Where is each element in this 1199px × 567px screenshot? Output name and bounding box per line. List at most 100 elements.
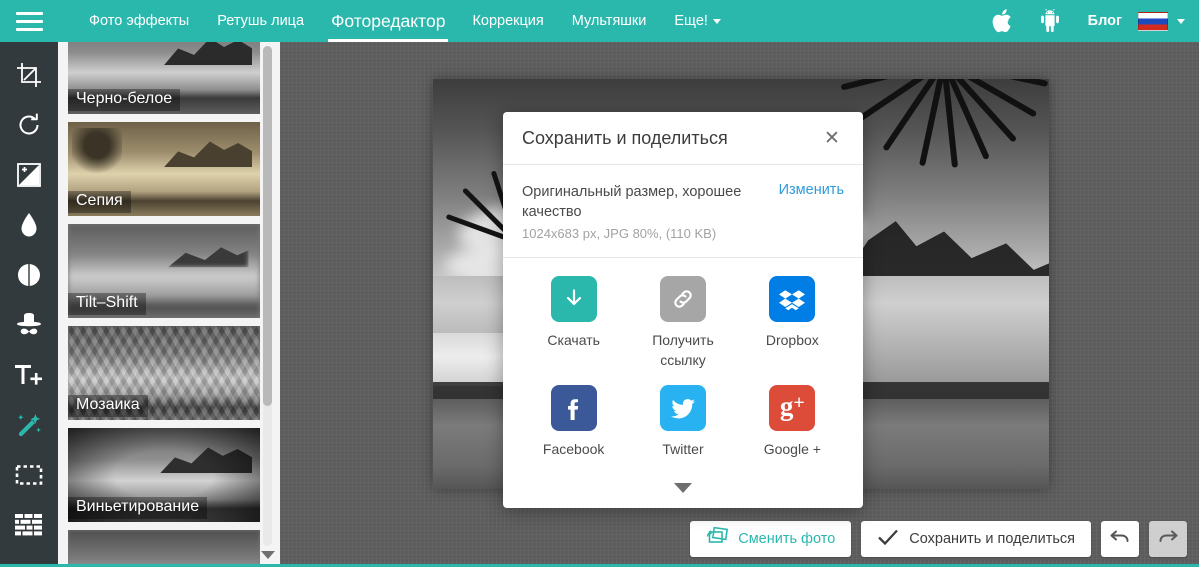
share-label: Скачать bbox=[547, 332, 600, 348]
facebook-icon bbox=[550, 384, 597, 431]
filter-item[interactable]: Мозаика bbox=[68, 326, 260, 420]
frames-tool[interactable] bbox=[0, 450, 58, 500]
nav-item-correction[interactable]: Коррекция bbox=[458, 0, 557, 42]
share-dropbox[interactable]: Dropbox bbox=[738, 276, 847, 371]
dropbox-icon bbox=[769, 276, 816, 322]
check-icon bbox=[877, 528, 899, 550]
nav-item-cartoons[interactable]: Мультяшки bbox=[558, 0, 661, 42]
hamburger-bar bbox=[15, 27, 43, 31]
textures-tool[interactable] bbox=[0, 500, 58, 550]
blog-link[interactable]: Блог bbox=[1076, 13, 1134, 29]
stickers-tool[interactable] bbox=[0, 300, 58, 350]
filter-label: Черно-белое bbox=[68, 89, 181, 111]
hamburger-menu-icon[interactable] bbox=[0, 0, 58, 42]
share-options-grid: Скачать Получить ссылку Dropbox Facebook… bbox=[503, 258, 863, 468]
filters-scrollbar-thumb[interactable] bbox=[263, 46, 272, 406]
exposure-tool[interactable] bbox=[0, 150, 58, 200]
change-size-link[interactable]: Изменить bbox=[771, 182, 844, 198]
active-tab-underline bbox=[328, 39, 449, 42]
nav-item-photo-effects[interactable]: Фото эффекты bbox=[75, 0, 203, 42]
dialog-title: Сохранить и поделиться bbox=[522, 127, 728, 148]
redo-icon bbox=[1157, 527, 1179, 552]
share-get-link[interactable]: Получить ссылку bbox=[628, 276, 737, 371]
undo-icon bbox=[1109, 527, 1131, 552]
share-facebook[interactable]: Facebook bbox=[519, 384, 628, 460]
nav-item-photo-editor[interactable]: Фоторедактор bbox=[318, 0, 458, 42]
filter-label: Мозаика bbox=[68, 395, 148, 417]
apple-icon[interactable] bbox=[980, 0, 1024, 42]
filter-label: Сепия bbox=[68, 191, 131, 213]
filters-scroll-down-chevron-down-icon[interactable] bbox=[261, 551, 275, 559]
share-label: Получить ссылку bbox=[652, 332, 714, 368]
photos-icon bbox=[706, 526, 729, 551]
filter-item[interactable]: Сепия bbox=[68, 122, 260, 216]
save-share-button[interactable]: Сохранить и поделиться bbox=[861, 521, 1091, 557]
dialog-size-info: Оригинальный размер, хорошее качество Из… bbox=[503, 165, 863, 258]
chevron-down-icon bbox=[712, 18, 721, 24]
blur-tool[interactable] bbox=[0, 200, 58, 250]
share-google-plus[interactable]: g + Google + bbox=[738, 384, 847, 460]
share-label: Twitter bbox=[662, 440, 704, 457]
size-description: Оригинальный размер, хорошее качество bbox=[522, 184, 742, 220]
rotate-tool[interactable] bbox=[0, 100, 58, 150]
google-plus-icon: g + bbox=[769, 384, 816, 431]
nav-label: Коррекция bbox=[472, 13, 544, 29]
share-label: Dropbox bbox=[765, 332, 819, 348]
bottom-action-bar: Сменить фото Сохранить и поделиться bbox=[690, 521, 1187, 557]
nav-item-more[interactable]: Еще! bbox=[660, 0, 735, 42]
filter-item[interactable] bbox=[68, 530, 260, 567]
show-more-share-options[interactable] bbox=[503, 468, 863, 508]
crop-icon bbox=[16, 62, 42, 88]
share-twitter[interactable]: Twitter bbox=[628, 384, 737, 460]
filter-item[interactable]: Черно-белое bbox=[68, 42, 260, 114]
exposure-icon bbox=[16, 162, 42, 188]
nav-item-face-retouch[interactable]: Ретушь лица bbox=[203, 0, 318, 42]
chevron-down-icon bbox=[674, 483, 692, 493]
save-share-label: Сохранить и поделиться bbox=[909, 531, 1075, 547]
contrast-tool[interactable] bbox=[0, 250, 58, 300]
magic-wand-icon bbox=[15, 412, 43, 438]
undo-button[interactable] bbox=[1101, 521, 1139, 557]
hamburger-bar bbox=[15, 11, 43, 15]
nav-label: Еще! bbox=[674, 13, 708, 29]
photo-editor-app: Фото эффекты Ретушь лица Фоторедактор Ко… bbox=[0, 0, 1199, 567]
frame-icon bbox=[15, 464, 43, 486]
save-share-dialog: Сохранить и поделиться ✕ Оригинальный ра… bbox=[503, 112, 863, 508]
effects-tool[interactable] bbox=[0, 400, 58, 450]
redo-button[interactable] bbox=[1149, 521, 1187, 557]
share-label: Facebook bbox=[542, 440, 605, 457]
size-details: 1024x683 px, JPG 80%, (110 KB) bbox=[522, 226, 717, 241]
main-nav: Фото эффекты Ретушь лица Фоторедактор Ко… bbox=[75, 0, 735, 42]
text-tool[interactable] bbox=[0, 350, 58, 400]
top-header: Фото эффекты Ретушь лица Фоторедактор Ко… bbox=[0, 0, 1199, 42]
filter-item[interactable]: Виньетирование bbox=[68, 428, 260, 522]
crop-tool[interactable] bbox=[0, 50, 58, 100]
contrast-icon bbox=[16, 262, 42, 288]
change-photo-button[interactable]: Сменить фото bbox=[690, 521, 852, 557]
russian-flag-icon[interactable] bbox=[1138, 11, 1168, 31]
filters-list: Черно-белое Сепия Tilt–Shift Мозаика Вин… bbox=[58, 42, 263, 567]
close-icon[interactable]: ✕ bbox=[819, 125, 845, 151]
filter-item[interactable]: Tilt–Shift bbox=[68, 224, 260, 318]
filter-preview-palm bbox=[71, 127, 122, 186]
nav-label: Ретушь лица bbox=[217, 13, 305, 29]
link-icon bbox=[659, 276, 706, 322]
rotate-icon bbox=[16, 112, 42, 138]
hamburger-bar bbox=[15, 19, 43, 23]
share-download[interactable]: Скачать bbox=[519, 276, 628, 371]
filters-panel: Черно-белое Сепия Tilt–Shift Мозаика Вин… bbox=[58, 42, 280, 567]
twitter-icon bbox=[659, 384, 706, 431]
bricks-icon bbox=[15, 514, 43, 536]
tool-rail bbox=[0, 42, 58, 567]
language-chevron-down-icon[interactable] bbox=[1177, 18, 1185, 24]
filter-preview bbox=[68, 530, 260, 567]
download-icon bbox=[550, 276, 597, 322]
filter-label: Tilt–Shift bbox=[68, 293, 146, 315]
size-row: Оригинальный размер, хорошее качество Из… bbox=[522, 182, 844, 222]
nav-label: Фото эффекты bbox=[89, 13, 190, 29]
android-icon[interactable] bbox=[1028, 0, 1072, 42]
text-plus-icon bbox=[14, 362, 44, 388]
share-label: Google + bbox=[763, 440, 821, 457]
change-photo-label: Сменить фото bbox=[738, 531, 836, 547]
header-right-group: Блог bbox=[980, 0, 1199, 42]
